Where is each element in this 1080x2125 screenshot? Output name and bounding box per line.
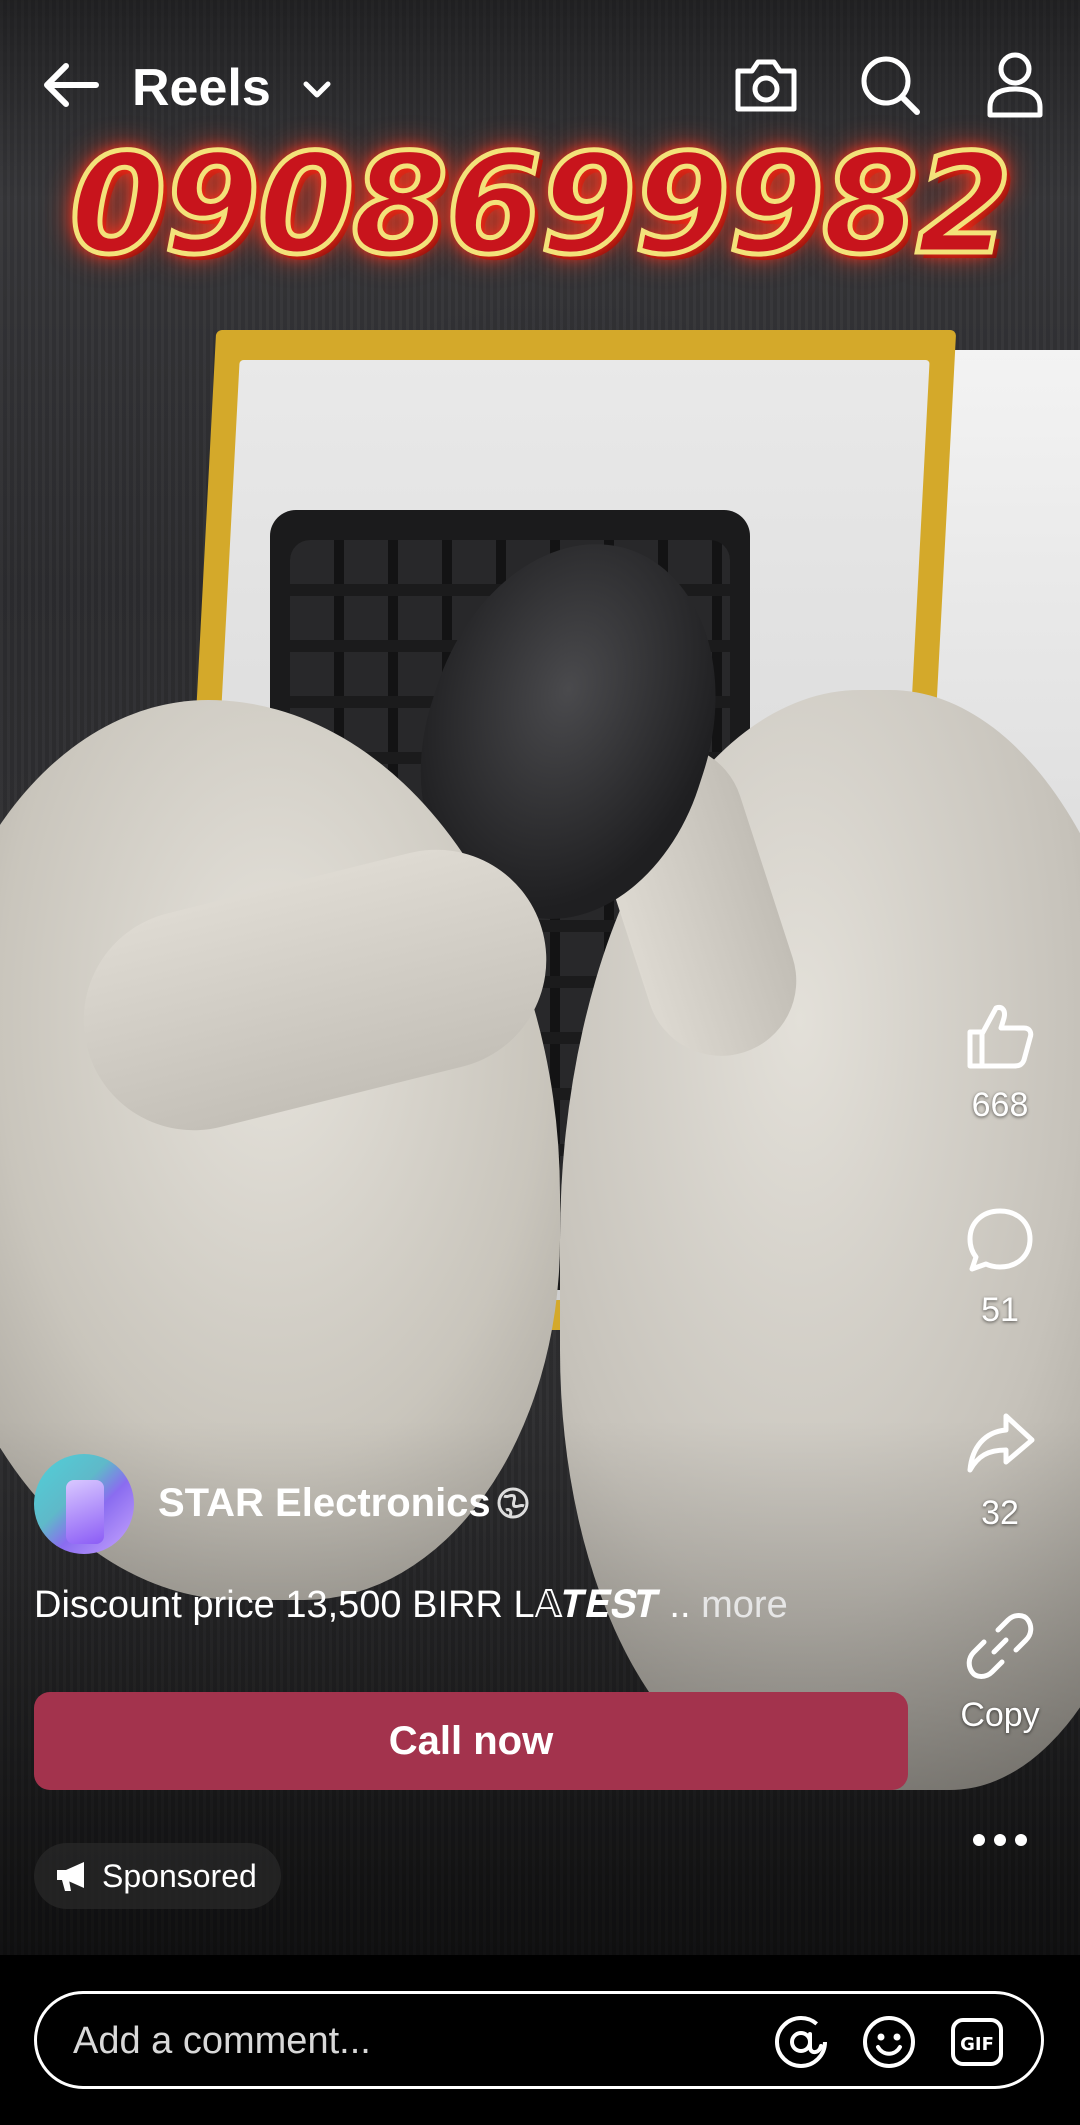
share-count: 32	[981, 1494, 1019, 1532]
back-button[interactable]	[30, 40, 110, 130]
link-icon	[966, 1613, 1034, 1679]
search-button[interactable]	[850, 40, 930, 130]
comment-button[interactable]: 51	[940, 1205, 1060, 1330]
sponsored-badge: Sponsored	[34, 1843, 281, 1909]
more-options-button[interactable]	[965, 1820, 1035, 1860]
call-now-button[interactable]: Call now	[34, 1692, 908, 1790]
share-button[interactable]: 32	[940, 1408, 1060, 1533]
camera-icon	[735, 59, 797, 112]
page-avatar[interactable]	[34, 1454, 134, 1554]
megaphone-icon	[57, 1862, 84, 1891]
more-dots-icon	[973, 1834, 1027, 1846]
search-icon	[861, 56, 920, 115]
caption-text: Discount price 13,500 BIRR L𝔸𝑻𝑬𝑺𝑻 ..	[34, 1584, 691, 1626]
page-title[interactable]: Reels	[132, 58, 271, 118]
comment-placeholder: Add a comment...	[73, 2020, 371, 2062]
top-bar: Reels	[0, 40, 1080, 130]
share-arrow-icon	[967, 1413, 1035, 1473]
gif-icon[interactable]: GIF	[949, 2014, 1005, 2070]
emoji-icon[interactable]	[861, 2014, 917, 2070]
post-caption[interactable]: Discount price 13,500 BIRR L𝔸𝑻𝑬𝑺𝑻 .. mor…	[34, 1580, 914, 1630]
comment-bubble-icon	[967, 1208, 1033, 1272]
back-arrow-icon	[44, 63, 99, 107]
mention-icon[interactable]	[773, 2014, 829, 2070]
globe-icon	[497, 1487, 529, 1519]
video-overlay-phone-number: 0908699982	[67, 124, 1014, 285]
thumbs-up-icon	[967, 1005, 1034, 1069]
public-audience	[496, 1486, 530, 1520]
profile-icon	[987, 52, 1043, 118]
profile-button[interactable]	[975, 40, 1055, 130]
caption-more-link[interactable]: more	[701, 1584, 788, 1626]
comment-input[interactable]: Add a comment... GIF	[34, 1991, 1044, 2089]
comment-count: 51	[981, 1291, 1019, 1329]
like-button[interactable]: 668	[940, 1000, 1060, 1125]
reels-menu-dropdown[interactable]	[292, 64, 342, 114]
comment-bar: Add a comment... GIF	[0, 1955, 1080, 2125]
avatar-phone-image	[66, 1480, 104, 1544]
svg-text:GIF: GIF	[960, 2034, 994, 2055]
reel-video[interactable]: 0908699982	[0, 0, 1080, 1955]
like-count: 668	[971, 1086, 1029, 1124]
copy-label: Copy	[960, 1696, 1040, 1734]
sponsored-label: Sponsored	[102, 1857, 257, 1894]
camera-button[interactable]	[726, 40, 806, 130]
copy-link-button[interactable]: Copy	[940, 1610, 1060, 1735]
chevron-down-icon	[303, 81, 331, 98]
page-name[interactable]: STAR Electronics	[158, 1478, 491, 1528]
